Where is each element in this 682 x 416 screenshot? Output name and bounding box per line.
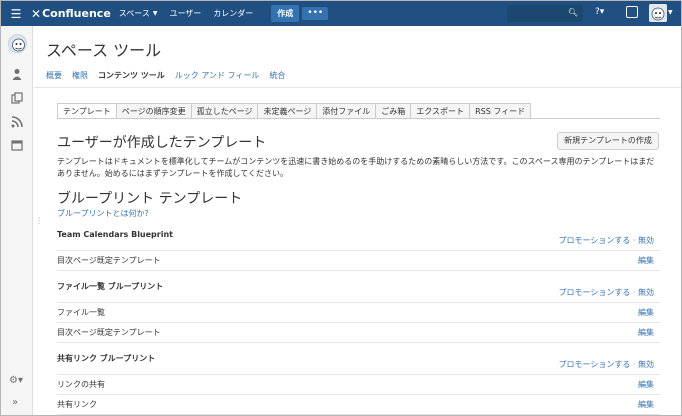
edit-link[interactable]: 編集 [638, 303, 654, 323]
template-row: 目次ページ既定テンプレート 編集 [57, 251, 660, 271]
sidebar-resize-handle-icon[interactable]: ⋮ [35, 216, 43, 225]
space-tools-subnav: 概要 権限 コンテンツ ツール ルック アンド フィール 統合 [46, 70, 295, 81]
page-title: スペース ツール [46, 41, 162, 60]
subnav-permissions[interactable]: 権限 [72, 70, 88, 81]
confluence-logo-icon: ✕ [31, 6, 42, 21]
template-name: 目次ページ既定テンプレート [57, 256, 161, 265]
blog-rss-icon[interactable] [11, 116, 23, 128]
create-button[interactable]: 作成 [271, 5, 300, 22]
blueprint-group-header: 共有リンク ブループリント プロモーションする · 無効 [57, 351, 660, 375]
tab-undefined-pages[interactable]: 未定義ページ [257, 103, 318, 119]
template-row: リンクの共有 編集 [57, 375, 660, 395]
help-icon[interactable]: ?▾ [595, 7, 604, 17]
disable-link[interactable]: 無効 [638, 236, 654, 245]
tab-orphaned-pages[interactable]: 孤立したページ [190, 103, 259, 119]
divider [34, 87, 681, 88]
space-avatar[interactable] [8, 34, 27, 53]
promote-link[interactable]: プロモーションする [559, 360, 631, 369]
blueprint-group-actions: プロモーションする · 無効 [559, 357, 654, 373]
calendar-icon[interactable] [11, 139, 23, 151]
edit-link[interactable]: 編集 [638, 251, 654, 271]
blueprint-group-actions: プロモーションする · 無効 [559, 285, 654, 301]
chevron-down-icon: ▼ [152, 10, 158, 17]
action-separator: · [632, 360, 636, 369]
user-menu-chevron-icon[interactable]: ▼ [668, 9, 673, 16]
content-tools-tabs: テンプレート ページの順序変更 孤立したページ 未定義ページ 添付ファイル ごみ… [57, 103, 532, 119]
blueprint-group-name: ファイル一覧 ブループリント [57, 282, 164, 291]
tab-reorder-pages[interactable]: ページの順序変更 [115, 103, 192, 119]
space-settings-gear-icon[interactable]: ⚙▾ [9, 375, 23, 386]
blueprint-group-name: Team Calendars Blueprint [57, 230, 173, 239]
confluence-logo[interactable]: ✕ Confluence [31, 7, 111, 21]
disable-link[interactable]: 無効 [638, 288, 654, 297]
edit-link[interactable]: 編集 [638, 323, 654, 343]
avatar-face-icon [649, 4, 667, 22]
tabs-underline [57, 118, 660, 119]
nav-calendars[interactable]: カレンダー [213, 8, 253, 19]
pages-icon[interactable] [11, 92, 23, 104]
template-name: 共有リンク [57, 400, 97, 409]
expand-sidebar-icon[interactable]: » [12, 397, 18, 408]
subnav-content-tools[interactable]: コンテンツ ツール [98, 70, 165, 81]
search-icon: 🔍︎ [567, 8, 578, 17]
more-create-button[interactable]: ••• [302, 7, 329, 20]
brand-name: Confluence [42, 7, 111, 20]
action-separator: · [632, 236, 636, 245]
nav-people[interactable]: ユーザー [169, 8, 201, 19]
tab-templates[interactable]: テンプレート [57, 103, 117, 119]
action-separator: · [632, 288, 636, 297]
tab-export[interactable]: エクスポート [410, 103, 471, 119]
template-name: 目次ページ既定テンプレート [57, 328, 161, 337]
space-sidebar: ⚙▾ » [1, 26, 33, 415]
user-avatar[interactable] [649, 4, 667, 22]
new-template-button[interactable]: 新規テンプレートの作成 [557, 132, 659, 150]
search-input[interactable]: 🔍︎ [507, 5, 583, 22]
subnav-overview[interactable]: 概要 [46, 70, 62, 81]
tab-trash[interactable]: ごみ箱 [375, 103, 412, 119]
user-templates-description: テンプレートはドキュメントを標準化してチームがコンテンツを迅速に書き始めるのを手… [57, 157, 655, 178]
blueprint-group-actions: プロモーションする · 無効 [559, 233, 654, 249]
nav-spaces[interactable]: スペース ▼ [119, 8, 158, 19]
notifications-icon[interactable] [626, 6, 638, 18]
user-templates-heading: ユーザーが作成したテンプレート [57, 135, 267, 151]
subnav-integrations[interactable]: 統合 [269, 70, 285, 81]
tab-attachments[interactable]: 添付ファイル [316, 103, 377, 119]
promote-link[interactable]: プロモーションする [559, 288, 631, 297]
blueprint-templates-heading: ブループリント テンプレート [57, 191, 243, 207]
template-name: ファイル一覧 [57, 308, 105, 317]
blueprint-group-name: 共有リンク ブループリント [57, 354, 156, 363]
template-row: 共有リンク 編集 [57, 395, 660, 415]
hamburger-menu-icon[interactable]: ☰ [5, 7, 27, 21]
space-avatar-icon [12, 38, 25, 52]
template-row: 目次ページ既定テンプレート 編集 [57, 323, 660, 343]
edit-link[interactable]: 編集 [638, 375, 654, 395]
template-name: リンクの共有 [57, 380, 105, 389]
edit-link[interactable]: 編集 [638, 395, 654, 415]
tab-rss-feeds[interactable]: RSS フィード [469, 103, 532, 119]
blueprint-group-header: ファイル一覧 ブループリント プロモーションする · 無効 [57, 279, 660, 303]
template-row: ファイル一覧 編集 [57, 303, 660, 323]
blueprint-group-header: Team Calendars Blueprint プロモーションする · 無効 [57, 227, 660, 251]
people-icon[interactable] [11, 68, 23, 80]
promote-link[interactable]: プロモーションする [559, 236, 631, 245]
subnav-look-and-feel[interactable]: ルック アンド フィール [175, 70, 260, 81]
what-is-blueprint-link[interactable]: ブループリントとは何か? [57, 208, 149, 219]
disable-link[interactable]: 無効 [638, 360, 654, 369]
